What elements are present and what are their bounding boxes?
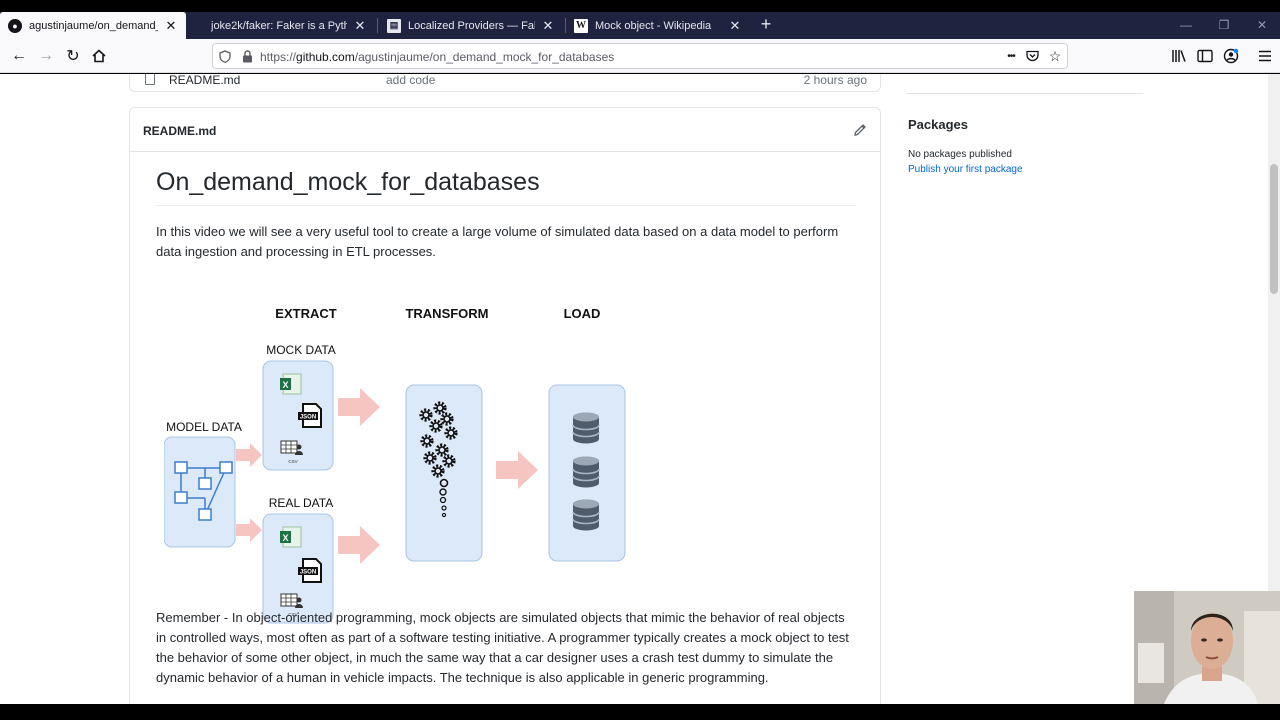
- tab-separator: [377, 18, 378, 33]
- database-icon: [572, 455, 600, 489]
- model-data-label: MODEL DATA: [166, 420, 242, 434]
- url-bar[interactable]: https://github.com/agustinjaume/on_deman…: [212, 43, 1068, 69]
- readme-remember-paragraph: Remember - In object-oriented programmin…: [156, 610, 849, 685]
- reload-icon: ↻: [66, 48, 80, 65]
- page-content: README.md add code 2 hours ago README.md…: [0, 74, 1280, 704]
- lock-icon[interactable]: [240, 49, 254, 63]
- load-label: LOAD: [564, 306, 601, 321]
- tab-bar: ● agustinjaume/on_demand_mock_for_databa…: [0, 12, 1280, 39]
- readme-box: README.md On_demand_mock_for_databases I…: [129, 107, 881, 704]
- restore-icon[interactable]: ❐: [1204, 12, 1244, 39]
- excel-icon: X: [280, 526, 302, 548]
- menu-icon[interactable]: [1256, 47, 1274, 65]
- webcam-overlay: [1134, 591, 1280, 704]
- url-text[interactable]: https://github.com/agustinjaume/on_deman…: [260, 50, 614, 64]
- minimize-icon[interactable]: —: [1166, 12, 1206, 39]
- close-icon[interactable]: ✕: [728, 18, 742, 34]
- arrow-right-icon: →: [38, 47, 54, 64]
- scrollbar-thumb[interactable]: [1270, 164, 1278, 294]
- readme-heading: On_demand_mock_for_databases: [156, 168, 856, 206]
- close-window-icon[interactable]: ✕: [1242, 12, 1280, 39]
- close-icon[interactable]: ✕: [541, 18, 555, 34]
- database-icon: [572, 411, 600, 445]
- file-name-link[interactable]: README.md: [169, 74, 240, 87]
- sidebar-divider: [907, 93, 1143, 94]
- arrow-left-icon: ←: [11, 47, 27, 64]
- new-tab-button[interactable]: +: [756, 12, 776, 39]
- database-icon: [572, 498, 600, 532]
- svg-text:JSON: JSON: [300, 415, 316, 421]
- tab-title: Mock object - Wikipedia: [595, 19, 712, 32]
- navigation-toolbar: ← → ↻ https://github.com/agustinjaume/on…: [0, 39, 1280, 73]
- arrow-icon: [338, 526, 380, 564]
- home-button[interactable]: [87, 44, 111, 68]
- forward-button[interactable]: →: [34, 44, 58, 68]
- no-packages-text: No packages published: [908, 149, 1012, 160]
- tab-wikipedia[interactable]: W Mock object - Wikipedia ✕: [566, 12, 750, 39]
- mock-data-label: MOCK DATA: [266, 343, 336, 357]
- back-button[interactable]: ←: [7, 44, 31, 68]
- url-host: github.com: [296, 50, 355, 64]
- home-icon: [92, 49, 106, 63]
- readme-intro: In this video we will see a very useful …: [156, 224, 839, 259]
- account-icon[interactable]: [1222, 47, 1240, 65]
- arrow-icon: [236, 443, 262, 467]
- real-data-label: REAL DATA: [269, 496, 333, 510]
- document-icon: ▤: [387, 18, 401, 33]
- extract-label: EXTRACT: [275, 306, 336, 321]
- wikipedia-icon: W: [574, 18, 588, 33]
- file-row[interactable]: README.md add code 2 hours ago: [129, 74, 881, 92]
- commit-time: 2 hours ago: [803, 74, 867, 87]
- transform-label: TRANSFORM: [405, 306, 488, 321]
- presenter-video-icon: [1134, 591, 1280, 704]
- github-icon: ●: [8, 18, 22, 33]
- tab-faker-docs[interactable]: ▤ Localized Providers — Faker 4.1.1 ✕: [379, 12, 563, 39]
- arrow-icon: [236, 518, 262, 542]
- tab-title: Localized Providers — Faker 4.1.1: [408, 19, 535, 32]
- close-icon[interactable]: ✕: [353, 18, 367, 34]
- tab-faker-github[interactable]: joke2k/faker: Faker is a Python package …: [192, 12, 375, 39]
- excel-icon: X: [280, 373, 302, 395]
- readme-header: README.md: [130, 108, 880, 152]
- library-icon[interactable]: [1170, 47, 1188, 65]
- arrow-icon: [496, 451, 538, 489]
- commit-message-link[interactable]: add code: [386, 74, 435, 87]
- close-icon[interactable]: ✕: [164, 18, 178, 34]
- svg-text:X: X: [282, 533, 288, 543]
- tab-title: joke2k/faker: Faker is a Python package: [211, 19, 347, 32]
- page-actions-button[interactable]: •••: [1001, 49, 1021, 63]
- reload-button[interactable]: ↻: [61, 44, 85, 68]
- svg-text:X: X: [282, 380, 288, 390]
- tab-github-repo[interactable]: ● agustinjaume/on_demand_mock_for_databa…: [0, 12, 186, 39]
- pocket-icon[interactable]: [1025, 49, 1039, 63]
- pencil-icon[interactable]: [852, 122, 868, 138]
- bottom-black-bar: [0, 704, 1280, 720]
- publish-package-link[interactable]: Publish your first package: [908, 164, 1023, 175]
- tab-title: agustinjaume/on_demand_mock_for_database…: [29, 19, 158, 32]
- shield-icon[interactable]: [218, 49, 232, 63]
- readme-title: README.md: [143, 124, 217, 138]
- arrow-icon: [338, 388, 380, 426]
- svg-text:JSON: JSON: [300, 570, 316, 576]
- svg-text:CSV: CSV: [288, 459, 297, 464]
- file-icon: [145, 74, 155, 85]
- packages-heading[interactable]: Packages: [908, 117, 968, 132]
- etl-diagram-image: EXTRACT TRANSFORM LOAD MOCK DATA X JSON: [164, 306, 626, 624]
- sidebar-icon[interactable]: [1196, 47, 1214, 65]
- bookmark-star-icon[interactable]: ☆: [1048, 48, 1062, 64]
